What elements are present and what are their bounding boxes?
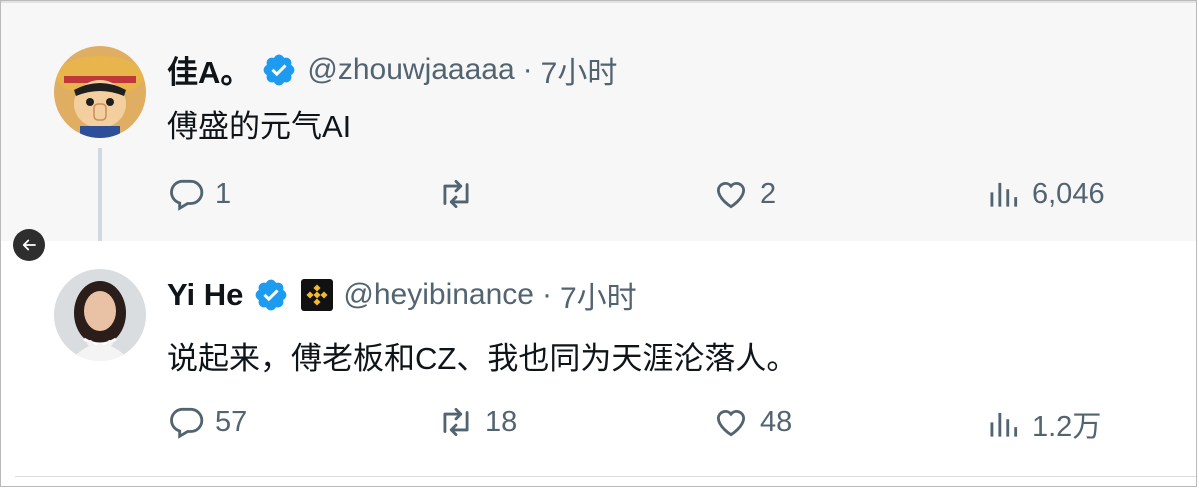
heart-icon [716, 182, 746, 209]
tweet-header: Yi He @heyibinance · 7小时 [167, 273, 637, 317]
views-chart-icon [990, 412, 1018, 437]
reply-icon [170, 407, 204, 439]
retweet-count: 18 [485, 405, 518, 438]
timestamp[interactable]: 7小时 [560, 273, 637, 317]
separator: · [522, 52, 533, 86]
tweet-header: 佳A。 @zhouwjaaaaa · 7小时 [167, 47, 617, 92]
retweet-icon [443, 179, 469, 209]
separator: · [541, 278, 552, 311]
views-button[interactable]: 1.2万 [984, 403, 1101, 445]
reply-tweet[interactable]: 佳A。 @zhouwjaaaaa · 7小时 傅盛的元气AI 1 2 6,046 [1, 1, 1196, 266]
views-button[interactable]: 6,046 [984, 175, 1105, 213]
user-handle[interactable]: @zhouwjaaaaa [307, 53, 514, 87]
tweet-thread: 佳A。 @zhouwjaaaaa · 7小时 傅盛的元气AI 1 2 6,046 [0, 0, 1197, 487]
reply-count: 57 [215, 405, 248, 438]
arrow-left-icon [22, 239, 36, 251]
view-count: 6,046 [1032, 177, 1105, 210]
avatar[interactable] [54, 46, 146, 138]
timestamp[interactable]: 7小时 [541, 48, 618, 92]
heart-icon [716, 410, 746, 437]
display-name[interactable]: Yi He [167, 277, 243, 313]
avatar[interactable] [54, 269, 146, 361]
retweet-icon [443, 407, 469, 437]
retweet-button[interactable] [437, 175, 485, 213]
binance-logo-icon[interactable] [301, 279, 334, 311]
back-button[interactable] [13, 229, 45, 261]
verified-badge-icon[interactable] [253, 277, 289, 313]
woman-portrait-avatar-icon [54, 269, 146, 361]
user-handle[interactable]: @heyibinance [343, 278, 534, 312]
reply-count: 1 [215, 177, 232, 210]
reply-button[interactable]: 1 [167, 175, 231, 213]
like-button[interactable]: 48 [712, 403, 792, 441]
tweet-text: 说起来，傅老板和CZ、我也同为天涯沦落人。 [167, 341, 798, 376]
reply-icon [170, 179, 204, 211]
like-button[interactable]: 2 [712, 175, 776, 213]
view-count: 1.2万 [1032, 411, 1102, 443]
like-count: 2 [760, 177, 777, 210]
display-name[interactable]: 佳A。 [167, 47, 251, 92]
verified-badge-icon[interactable] [261, 52, 297, 88]
tweet-text: 傅盛的元气AI [167, 109, 352, 144]
divider [15, 476, 1196, 477]
anime-boy-straw-hat-avatar-icon [54, 46, 146, 138]
main-tweet[interactable]: Yi He @heyibinance · 7小时 说起来，傅老板和CZ、我也同为… [1, 241, 1196, 486]
like-count: 48 [760, 405, 793, 438]
views-chart-icon [990, 182, 1018, 207]
retweet-button[interactable]: 18 [437, 403, 517, 441]
reply-button[interactable]: 57 [167, 403, 247, 441]
